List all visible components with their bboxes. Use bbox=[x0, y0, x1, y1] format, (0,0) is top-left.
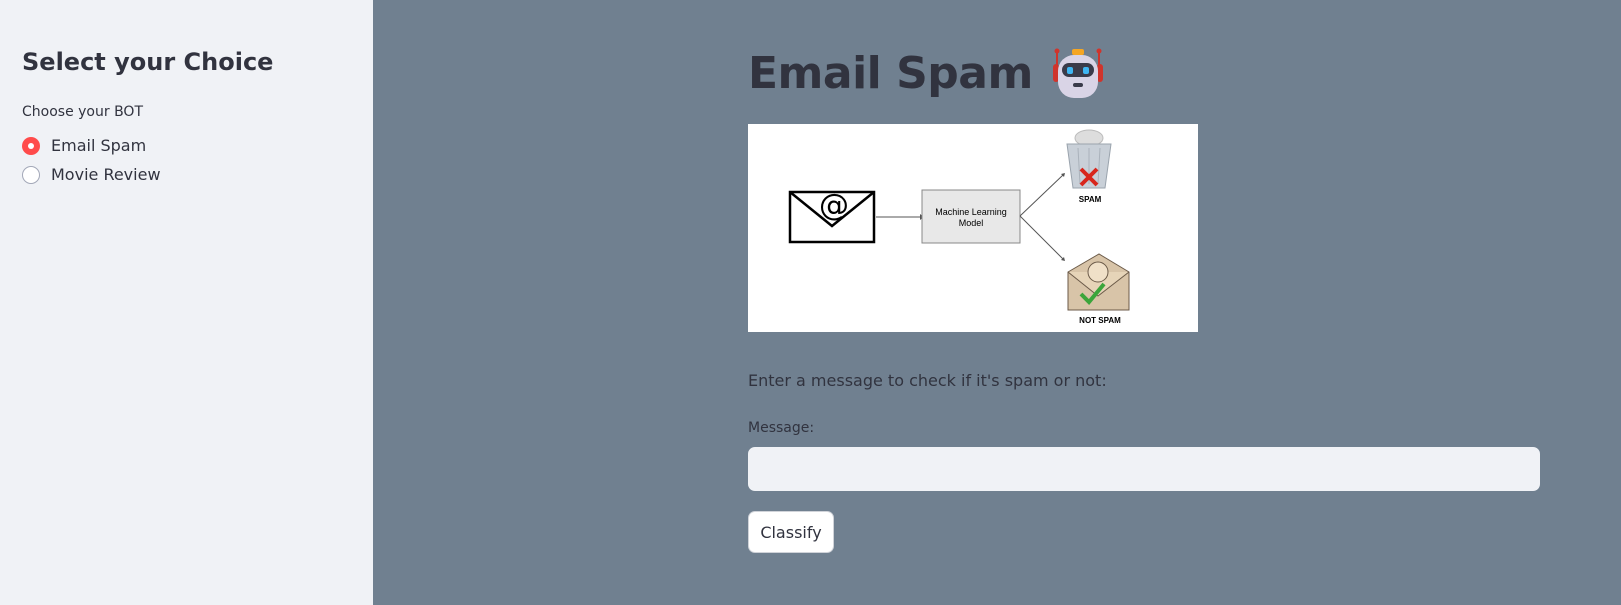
page-title: Email Spam bbox=[748, 46, 1105, 100]
model-label-line1: Machine Learning bbox=[935, 207, 1007, 217]
radio-selected-icon[interactable] bbox=[22, 136, 40, 155]
robot-icon bbox=[1052, 48, 1103, 98]
svg-text:@: @ bbox=[819, 188, 849, 223]
message-input[interactable] bbox=[748, 447, 1540, 491]
spam-classification-diagram: @ Machine Learning Model SPAM NOT SPAM bbox=[748, 124, 1198, 332]
classify-button[interactable]: Classify bbox=[748, 511, 834, 553]
model-label-line2: Model bbox=[959, 218, 984, 228]
sidebar: Select your Choice Choose your BOT Email… bbox=[0, 0, 373, 605]
radio-option-movie-review[interactable]: Movie Review bbox=[22, 165, 161, 184]
radio-option-email-spam[interactable]: Email Spam bbox=[22, 136, 146, 155]
instruction-text: Enter a message to check if it's spam or… bbox=[748, 371, 1107, 390]
radio-option-label: Email Spam bbox=[51, 136, 147, 155]
radio-group-label: Choose your BOT bbox=[22, 104, 143, 120]
radio-unselected-icon[interactable] bbox=[22, 165, 40, 184]
trash-can-icon bbox=[1066, 129, 1112, 189]
radio-option-label: Movie Review bbox=[51, 165, 161, 184]
main-content: Email Spam @ Machine Learning Model SPAM… bbox=[373, 0, 1621, 605]
happy-envelope-icon bbox=[1067, 253, 1130, 311]
sidebar-title: Select your Choice bbox=[22, 48, 274, 76]
not-spam-label: NOT SPAM bbox=[1079, 316, 1121, 325]
email-envelope-icon: @ bbox=[788, 188, 876, 244]
spam-label: SPAM bbox=[1079, 195, 1102, 204]
page-title-text: Email Spam bbox=[748, 47, 1033, 99]
message-field-label: Message: bbox=[748, 420, 815, 436]
